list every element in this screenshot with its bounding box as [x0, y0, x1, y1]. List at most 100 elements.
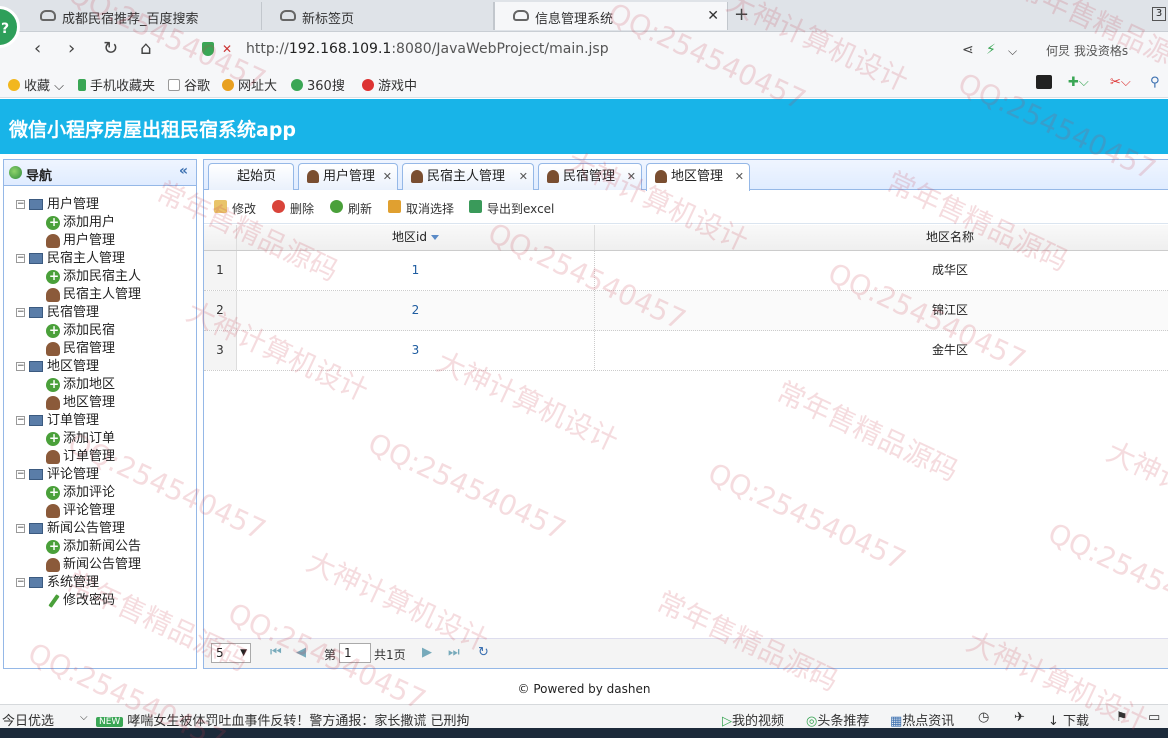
- speed-icon[interactable]: ◷: [978, 710, 989, 725]
- download-link[interactable]: ↓ 下载: [1048, 710, 1089, 729]
- tree-toggle-icon[interactable]: −: [16, 254, 25, 263]
- tree-toggle-icon[interactable]: −: [16, 470, 25, 479]
- forward-arrow-icon[interactable]: ›: [68, 38, 75, 59]
- content-tab[interactable]: 用户管理 ✕: [298, 163, 398, 190]
- export-excel-button[interactable]: 导出到excel: [469, 200, 554, 217]
- nav-group[interactable]: − 地区管理: [4, 358, 196, 376]
- refresh-button[interactable]: 刷新: [330, 200, 372, 217]
- nav-item[interactable]: 地区管理: [4, 394, 196, 412]
- daily-picks-link[interactable]: 今日优选: [2, 710, 54, 729]
- hot-news-link[interactable]: ▦热点资讯: [890, 710, 954, 729]
- search-suggestion[interactable]: 何炅 我没资格s: [1046, 42, 1164, 59]
- nav-item[interactable]: 添加民宿: [4, 321, 196, 340]
- close-tab-icon[interactable]: ✕: [735, 164, 744, 190]
- nav-item[interactable]: 添加订单: [4, 429, 196, 448]
- extension-icon[interactable]: [1036, 75, 1056, 92]
- flag-icon[interactable]: ⚑: [1116, 710, 1128, 725]
- next-page-icon[interactable]: ▶: [422, 645, 432, 660]
- nav-group[interactable]: − 系统管理: [4, 574, 196, 592]
- bookmark-google[interactable]: 谷歌: [168, 75, 210, 94]
- nav-item[interactable]: 修改密码: [4, 592, 196, 610]
- nav-item-label: 用户管理: [63, 233, 116, 248]
- reload-icon[interactable]: ↻: [103, 38, 118, 59]
- nav-item[interactable]: 添加评论: [4, 483, 196, 502]
- browser-tab[interactable]: 新标签页: [262, 2, 494, 30]
- browser-tab[interactable]: 成都民宿推荐_百度搜索: [22, 2, 262, 30]
- content-tab[interactable]: 起始页: [208, 163, 294, 190]
- nav-item[interactable]: 添加用户: [4, 213, 196, 232]
- scissors-icon[interactable]: ✂⌵: [1110, 75, 1131, 90]
- home-icon[interactable]: ⌂: [140, 38, 151, 59]
- nav-item[interactable]: 添加民宿主人: [4, 267, 196, 286]
- nav-group[interactable]: − 评论管理: [4, 466, 196, 484]
- prev-page-icon[interactable]: ◀: [296, 645, 306, 660]
- news-ticker[interactable]: NEW 哮喘女生被体罚吐血事件反转！警方通报：家长撒谎 已刑拘: [96, 710, 469, 729]
- headline-link[interactable]: ◎头条推荐: [806, 710, 869, 729]
- tree-toggle-icon[interactable]: −: [16, 524, 25, 533]
- content-tab[interactable]: 民宿主人管理 ✕: [402, 163, 534, 190]
- collapse-icon[interactable]: «: [179, 163, 188, 179]
- computer-icon: [29, 199, 43, 210]
- close-tab-icon[interactable]: ✕: [383, 164, 392, 190]
- window-icon[interactable]: ▭: [1148, 710, 1160, 725]
- new-tab-icon[interactable]: +: [734, 4, 749, 25]
- nav-group[interactable]: − 民宿管理: [4, 304, 196, 322]
- table-row[interactable]: 3 3 金牛区: [204, 331, 1168, 371]
- edit-button[interactable]: 修改: [214, 200, 256, 217]
- nav-group-label: 民宿主人管理: [47, 251, 126, 266]
- bookmark-games[interactable]: 游戏中: [362, 75, 417, 94]
- nav-group[interactable]: − 用户管理: [4, 196, 196, 214]
- nav-item[interactable]: 民宿管理: [4, 340, 196, 358]
- bookmark-portal[interactable]: 网址大: [222, 75, 277, 94]
- chevron-down-icon[interactable]: ⌵: [1008, 44, 1017, 59]
- translate-icon[interactable]: ✚⌵: [1068, 75, 1089, 90]
- nav-group[interactable]: − 民宿主人管理: [4, 250, 196, 268]
- column-header-name[interactable]: 地区名称: [595, 225, 1168, 250]
- nav-item[interactable]: 添加新闻公告: [4, 537, 196, 556]
- table-row[interactable]: 2 2 锦江区: [204, 291, 1168, 331]
- reload-grid-icon[interactable]: ↻: [478, 645, 489, 660]
- column-header-id[interactable]: 地区id: [237, 225, 595, 250]
- bookmarks-bar: 收藏 ⌵ 手机收藏夹 谷歌 网址大 360搜 游戏中 ✚⌵ ✂⌵ ⚲: [0, 68, 1168, 98]
- cell-region-id: 1: [237, 251, 595, 290]
- tree-toggle-icon[interactable]: −: [16, 308, 25, 317]
- share-icon[interactable]: ⋖: [962, 42, 974, 58]
- close-tab-icon[interactable]: ✕: [707, 8, 719, 24]
- browser-tab-active[interactable]: 信息管理系统 ✕: [494, 2, 728, 30]
- nav-item[interactable]: 评论管理: [4, 502, 196, 520]
- unselect-button[interactable]: 取消选择: [388, 200, 454, 217]
- table-row[interactable]: 1 1 成华区: [204, 251, 1168, 291]
- delete-button[interactable]: 删除: [272, 200, 314, 217]
- data-grid: 地区id 地区名称 1 1 成华区 2 2 锦江区 3 3 金牛区: [204, 225, 1168, 371]
- close-tab-icon[interactable]: ✕: [519, 164, 528, 190]
- nav-item[interactable]: 添加地区: [4, 375, 196, 394]
- tree-toggle-icon[interactable]: −: [16, 578, 25, 587]
- bookmark-360[interactable]: 360搜: [291, 75, 345, 94]
- my-video-link[interactable]: ▷我的视频: [722, 710, 784, 729]
- page-number-input[interactable]: 1: [339, 643, 371, 663]
- bookmark-mobile[interactable]: 手机收藏夹: [78, 75, 155, 94]
- nav-group[interactable]: − 订单管理: [4, 412, 196, 430]
- nav-group[interactable]: − 新闻公告管理: [4, 520, 196, 538]
- content-tab[interactable]: 民宿管理 ✕: [538, 163, 642, 190]
- bookmark-favorites[interactable]: 收藏 ⌵: [8, 75, 64, 94]
- search-icon[interactable]: ⚲: [1150, 75, 1160, 90]
- address-bar[interactable]: http://192.168.109.1:8080/JavaWebProject…: [246, 41, 609, 57]
- back-arrow-icon[interactable]: ‹: [34, 38, 41, 59]
- nav-item[interactable]: 订单管理: [4, 448, 196, 466]
- tree-toggle-icon[interactable]: −: [16, 362, 25, 371]
- pin-icon[interactable]: ✈: [1014, 710, 1025, 725]
- lightning-icon[interactable]: ⚡: [986, 42, 996, 58]
- content-tab-active[interactable]: 地区管理 ✕: [646, 163, 750, 191]
- tree-toggle-icon[interactable]: −: [16, 416, 25, 425]
- computer-icon: [29, 415, 43, 426]
- tree-toggle-icon[interactable]: −: [16, 200, 25, 209]
- chevron-down-icon[interactable]: ⌵: [80, 712, 88, 723]
- nav-item[interactable]: 民宿主人管理: [4, 286, 196, 304]
- last-page-icon[interactable]: ⏭: [448, 645, 460, 660]
- nav-item[interactable]: 用户管理: [4, 232, 196, 250]
- first-page-icon[interactable]: ⏮: [270, 645, 282, 660]
- close-tab-icon[interactable]: ✕: [627, 164, 636, 190]
- nav-item[interactable]: 新闻公告管理: [4, 556, 196, 574]
- page-size-select[interactable]: 5: [211, 643, 251, 663]
